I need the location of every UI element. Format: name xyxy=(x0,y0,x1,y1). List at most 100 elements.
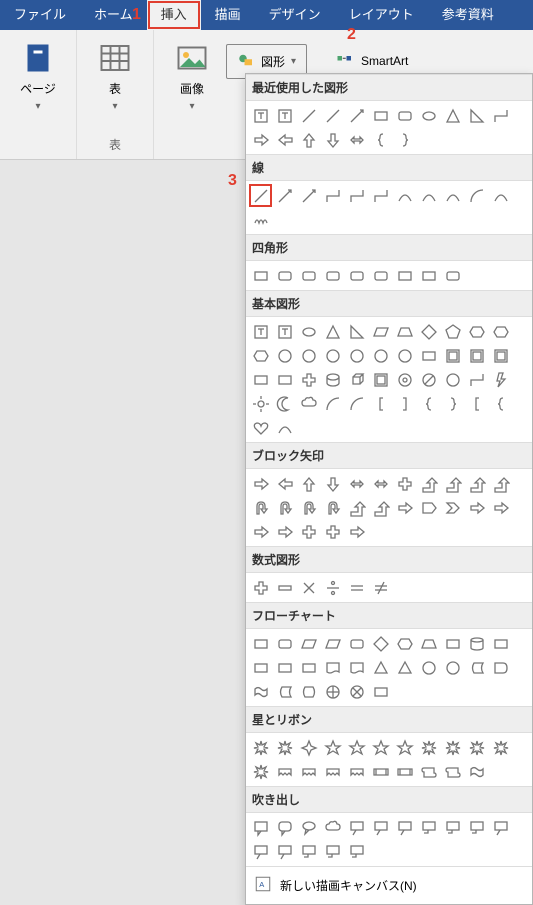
shape-doc[interactable] xyxy=(345,656,368,679)
shape-bolt[interactable] xyxy=(489,368,512,391)
shape-roundrect[interactable] xyxy=(297,264,320,287)
table-button[interactable]: 表 ▾ xyxy=(91,36,139,116)
shape-neq[interactable] xyxy=(369,576,392,599)
shape-hex[interactable] xyxy=(489,320,512,343)
shape-oval[interactable] xyxy=(297,320,320,343)
shape-merge[interactable] xyxy=(393,656,416,679)
shape-arrowBent[interactable] xyxy=(489,472,512,495)
shape-circle[interactable] xyxy=(441,368,464,391)
shape-arrowR[interactable] xyxy=(393,496,416,519)
shape-uturn[interactable] xyxy=(249,496,272,519)
shape-oval[interactable] xyxy=(417,104,440,127)
shape-tape[interactable] xyxy=(465,760,488,783)
shape-hex[interactable] xyxy=(393,632,416,655)
shape-elbow[interactable] xyxy=(321,184,344,207)
shape-brace[interactable] xyxy=(417,392,440,415)
shape-can[interactable] xyxy=(321,368,344,391)
shape-star5[interactable] xyxy=(393,736,416,759)
shape-textbox[interactable] xyxy=(273,104,296,127)
shape-arrowBent[interactable] xyxy=(417,472,440,495)
shape-roundrect[interactable] xyxy=(345,264,368,287)
shape-arrowR[interactable] xyxy=(273,520,296,543)
shape-arrowD[interactable] xyxy=(321,472,344,495)
page-button[interactable]: ページ ▾ xyxy=(14,36,62,116)
shape-burst[interactable] xyxy=(249,736,272,759)
shape-rect[interactable] xyxy=(369,680,392,703)
shape-star4[interactable] xyxy=(297,736,320,759)
shape-curve[interactable] xyxy=(393,184,416,207)
shape-parallelo[interactable] xyxy=(297,632,320,655)
shape-diamond[interactable] xyxy=(369,632,392,655)
shape-arrowBent[interactable] xyxy=(369,496,392,519)
shape-ribbon[interactable] xyxy=(273,760,296,783)
shape-callLine[interactable] xyxy=(345,816,368,839)
shape-arrowR[interactable] xyxy=(489,496,512,519)
shape-arrowBent[interactable] xyxy=(465,472,488,495)
tab-draw[interactable]: 描画 xyxy=(201,0,255,30)
shape-burst[interactable] xyxy=(273,736,296,759)
shape-circle[interactable] xyxy=(345,344,368,367)
shape-rect[interactable] xyxy=(273,656,296,679)
shape-pentag[interactable] xyxy=(417,496,440,519)
shape-curve[interactable] xyxy=(489,184,512,207)
shape-rect[interactable] xyxy=(441,632,464,655)
shape-roundrect[interactable] xyxy=(393,104,416,127)
shape-circle[interactable] xyxy=(417,656,440,679)
shape-banner[interactable] xyxy=(393,760,416,783)
shape-ribbon[interactable] xyxy=(345,760,368,783)
shape-arrowBent[interactable] xyxy=(345,496,368,519)
shape-bevel[interactable] xyxy=(489,344,512,367)
tab-file[interactable]: ファイル xyxy=(0,0,80,30)
tab-insert[interactable]: 挿入 xyxy=(147,0,201,30)
shape-brace[interactable] xyxy=(369,128,392,151)
shape-rect[interactable] xyxy=(489,632,512,655)
shape-callRound[interactable] xyxy=(273,816,296,839)
shape-curve[interactable] xyxy=(417,184,440,207)
shape-parallelo[interactable] xyxy=(321,632,344,655)
shape-rect[interactable] xyxy=(393,264,416,287)
shape-cloud[interactable] xyxy=(321,816,344,839)
shape-textbox[interactable] xyxy=(249,320,272,343)
shape-mult[interactable] xyxy=(297,576,320,599)
shape-stored[interactable] xyxy=(465,656,488,679)
shape-star5[interactable] xyxy=(369,736,392,759)
shape-rect[interactable] xyxy=(417,264,440,287)
shape-delay[interactable] xyxy=(489,656,512,679)
shape-minus[interactable] xyxy=(273,576,296,599)
shape-plus[interactable] xyxy=(297,368,320,391)
tab-reference[interactable]: 参考資料 xyxy=(428,0,508,30)
shape-roundrect[interactable] xyxy=(345,632,368,655)
shape-arrowLR[interactable] xyxy=(345,128,368,151)
shape-callLine2[interactable] xyxy=(321,840,344,863)
shape-scribble[interactable] xyxy=(249,208,272,231)
shape-arc[interactable] xyxy=(345,392,368,415)
shape-elbow[interactable] xyxy=(345,184,368,207)
shape-callLine2[interactable] xyxy=(417,816,440,839)
shape-burst[interactable] xyxy=(465,736,488,759)
tab-layout[interactable]: レイアウト xyxy=(335,0,428,30)
shape-arrowR[interactable] xyxy=(345,520,368,543)
shape-uturn[interactable] xyxy=(273,496,296,519)
shape-rect[interactable] xyxy=(249,264,272,287)
shape-callRect[interactable] xyxy=(249,816,272,839)
shape-uturn[interactable] xyxy=(321,496,344,519)
shape-rect[interactable] xyxy=(369,104,392,127)
shape-circle[interactable] xyxy=(369,344,392,367)
shape-arrowline[interactable] xyxy=(297,184,320,207)
shape-callLine2[interactable] xyxy=(345,840,368,863)
shape-star5[interactable] xyxy=(321,736,344,759)
shape-plus[interactable] xyxy=(393,472,416,495)
shape-arrowL[interactable] xyxy=(273,472,296,495)
shape-diamond[interactable] xyxy=(417,320,440,343)
shape-callOval[interactable] xyxy=(297,816,320,839)
shape-callLine[interactable] xyxy=(369,816,392,839)
shape-roundrect[interactable] xyxy=(321,264,344,287)
shape-ribbon[interactable] xyxy=(321,760,344,783)
shape-brace2[interactable] xyxy=(393,128,416,151)
shape-rect[interactable] xyxy=(417,344,440,367)
shape-textbox[interactable] xyxy=(273,320,296,343)
shape-elbow[interactable] xyxy=(465,368,488,391)
shape-circle[interactable] xyxy=(393,344,416,367)
shape-line[interactable] xyxy=(297,104,320,127)
shape-burst[interactable] xyxy=(489,736,512,759)
